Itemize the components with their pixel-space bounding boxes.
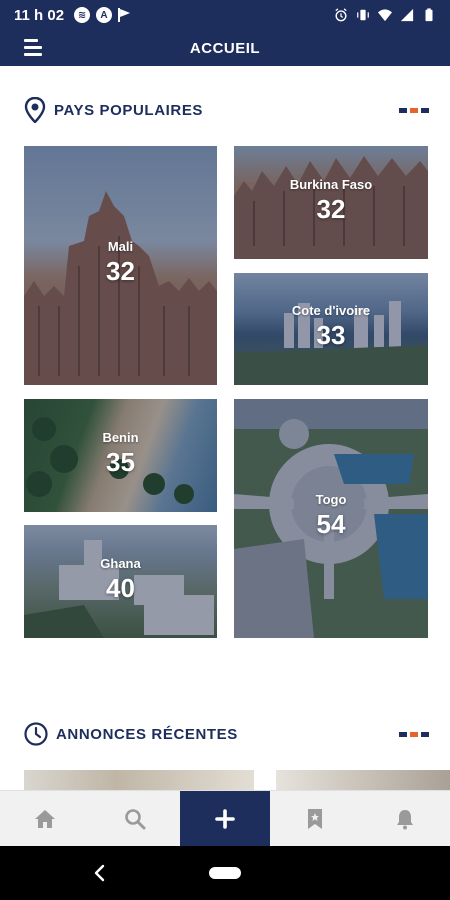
carousel-dots [399, 731, 429, 737]
country-name: Mali [107, 239, 134, 254]
home-icon [35, 809, 55, 828]
country-tile-burkina-faso[interactable]: Burkina Faso 32 [234, 146, 428, 259]
country-tile-benin[interactable]: Benin 35 [24, 399, 217, 512]
country-count: 32 [316, 194, 346, 224]
vibrate-icon [357, 9, 369, 21]
dot [410, 107, 418, 113]
status-bar: 11 h 02 ≋ A [0, 0, 450, 30]
bell-icon [397, 809, 413, 829]
country-name: Togo [315, 492, 347, 507]
country-tile-mali[interactable]: Mali 32 [24, 146, 217, 385]
flag-icon [118, 8, 132, 22]
country-name: Ghana [100, 556, 141, 571]
carousel-dots [399, 107, 429, 113]
tile-label: Cote d'ivoire 33 [234, 303, 428, 351]
dot [421, 731, 429, 737]
status-time: 11 h 02 [14, 6, 65, 24]
country-count: 32 [106, 256, 135, 286]
tile-label: Burkina Faso 32 [234, 177, 428, 225]
popular-section-title: PAYS POPULAIRES [54, 101, 204, 119]
spotify-icon: ≋ [74, 7, 91, 23]
dot [399, 731, 407, 737]
page-title: ACCUEIL [189, 39, 261, 57]
nav-home[interactable] [0, 791, 90, 846]
country-name: Cote d'ivoire [291, 303, 371, 318]
tile-label: Ghana 40 [24, 556, 217, 604]
recent-section-title: ANNONCES RÉCENTES [56, 725, 238, 743]
tile-label: Benin 35 [24, 430, 217, 478]
dot [410, 731, 418, 737]
country-count: 54 [316, 509, 346, 539]
country-tile-cote-divoire[interactable]: Cote d'ivoire 33 [234, 273, 428, 385]
battery-icon [425, 8, 433, 22]
tile-label: Mali 32 [24, 239, 217, 287]
wifi-icon [378, 9, 392, 22]
signal-icon [400, 8, 414, 22]
bookmark-icon [308, 808, 322, 829]
menu-line [24, 39, 38, 42]
hamburger-menu-icon[interactable] [24, 39, 44, 57]
country-name: Benin [102, 430, 139, 445]
country-name: Burkina Faso [289, 177, 373, 192]
country-count: 33 [316, 320, 346, 350]
tile-label: Togo 54 [234, 492, 428, 540]
recent-ad-card[interactable] [276, 770, 450, 790]
back-icon[interactable] [92, 864, 106, 882]
search-icon [125, 808, 146, 829]
location-pin-icon [24, 97, 46, 123]
dot [421, 107, 429, 113]
alarm-icon [335, 8, 347, 22]
nav-bookmarks[interactable] [270, 791, 360, 846]
country-tile-togo[interactable]: Togo 54 [234, 399, 428, 638]
nav-add[interactable] [180, 791, 270, 846]
country-tile-ghana[interactable]: Ghana 40 [24, 525, 217, 638]
system-navigation-bar [0, 846, 450, 900]
recent-ad-card[interactable] [24, 770, 254, 790]
home-pill[interactable] [209, 867, 241, 879]
recent-section-header: ANNONCES RÉCENTES [24, 719, 429, 749]
dot [399, 107, 407, 113]
app-bar: ACCUEIL [0, 30, 450, 66]
country-count: 40 [106, 573, 135, 603]
bottom-navigation [0, 790, 450, 846]
nav-search[interactable] [90, 791, 180, 846]
status-left-icons: ≋ A [74, 7, 132, 23]
status-right-icons [334, 8, 436, 22]
country-count: 35 [106, 447, 135, 477]
plus-icon [215, 808, 235, 829]
menu-line [24, 53, 42, 56]
a-badge-icon: A [96, 7, 113, 23]
menu-line [24, 46, 42, 49]
clock-icon [24, 722, 48, 746]
popular-section-header: PAYS POPULAIRES [24, 95, 429, 125]
nav-notifications[interactable] [360, 791, 450, 846]
